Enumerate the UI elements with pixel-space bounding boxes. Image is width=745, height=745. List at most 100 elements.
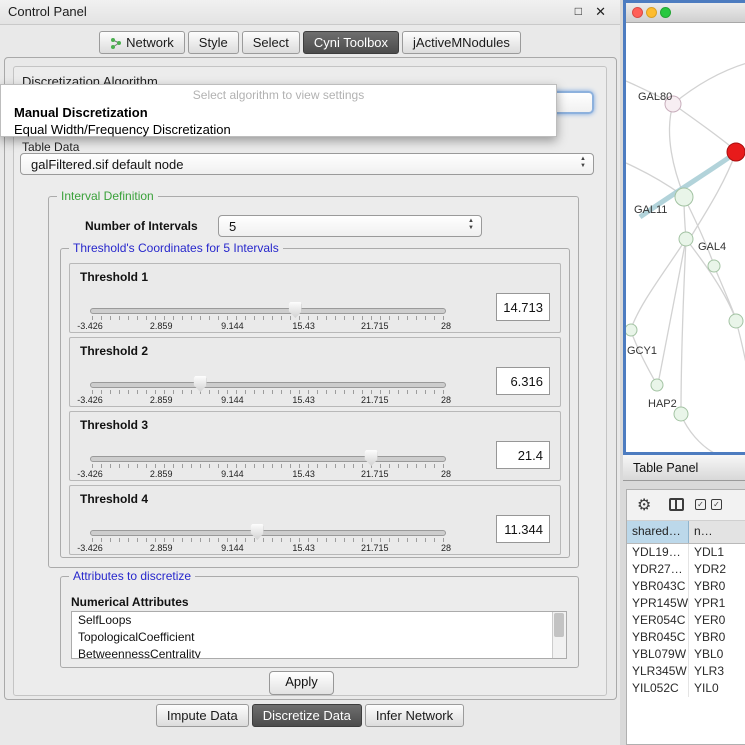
node-gcy1[interactable] <box>626 324 637 336</box>
table-cell[interactable]: YLR345W <box>627 663 689 680</box>
threshold-4-slider[interactable]: -3.426 2.859 9.144 15.43 21.715 28 <box>90 526 446 552</box>
node[interactable] <box>729 314 743 328</box>
float-window-icon[interactable]: □ <box>575 4 582 19</box>
network-canvas[interactable]: GAL80 GAL11 GAL4 GCY1 HAP2 <box>626 23 745 453</box>
table-row[interactable]: YIL052CYIL0 <box>627 680 745 697</box>
node-hap2[interactable] <box>651 379 663 391</box>
table-panel-title: Table Panel <box>633 461 698 475</box>
slider-tick-marks <box>92 464 444 468</box>
close-traffic-light-icon[interactable] <box>632 7 643 18</box>
table-data-combobox[interactable]: galFiltered.sif default node ▲▼ <box>20 153 594 175</box>
table-row[interactable]: YDR27…YDR2 <box>627 561 745 578</box>
columns-icon[interactable] <box>669 498 684 511</box>
checkbox-icon[interactable]: ✓ <box>695 499 706 510</box>
table-cell[interactable]: YIL0 <box>689 680 745 697</box>
node[interactable] <box>708 260 720 272</box>
tab-jactivemnodules[interactable]: jActiveMNodules <box>402 31 521 54</box>
threshold-2-slider[interactable]: -3.426 2.859 9.144 15.43 21.715 28 <box>90 378 446 404</box>
threshold-4-value-input[interactable]: 11.344 <box>496 515 550 543</box>
table-cell[interactable]: YBL079W <box>627 646 689 663</box>
table-cell[interactable]: YDR27… <box>627 561 689 578</box>
dropdown-option-equal-width[interactable]: Equal Width/Frequency Discretization <box>1 121 556 138</box>
node-gal4[interactable] <box>679 232 693 246</box>
attributes-legend: Attributes to discretize <box>69 569 195 583</box>
network-window-titlebar[interactable] <box>626 3 745 23</box>
slider-tick-marks <box>92 316 444 320</box>
checkbox-icon[interactable]: ✓ <box>711 499 722 510</box>
table-cell[interactable]: YER054C <box>627 612 689 629</box>
table-row[interactable]: YLR345WYLR3 <box>627 663 745 680</box>
control-panel-titlebar: Control Panel □ ✕ <box>0 0 620 25</box>
zoom-traffic-light-icon[interactable] <box>660 7 671 18</box>
threshold-1-group: Threshold 1 -3.426 2.859 9.144 15.43 21.… <box>69 263 561 333</box>
tab-impute-data[interactable]: Impute Data <box>156 704 249 727</box>
table-cell[interactable]: YDR2 <box>689 561 745 578</box>
table-row[interactable]: YPR145WYPR1 <box>627 595 745 612</box>
slider-track[interactable] <box>90 530 446 536</box>
minimize-traffic-light-icon[interactable] <box>646 7 657 18</box>
list-item[interactable]: TopologicalCoefficient <box>72 629 566 646</box>
window-title: Control Panel <box>8 4 87 19</box>
tab-network[interactable]: Network <box>99 31 185 54</box>
list-scrollbar[interactable] <box>552 612 566 658</box>
slider-tick-labels: -3.426 2.859 9.144 15.43 21.715 28 <box>90 469 446 479</box>
tick-label: 9.144 <box>221 543 244 553</box>
table-cell[interactable]: YLR3 <box>689 663 745 680</box>
column-header-name[interactable]: n… <box>689 521 745 543</box>
number-of-intervals-spinner[interactable]: 5 ▲▼ <box>218 215 482 237</box>
table-row[interactable]: YDL19…YDL1 <box>627 544 745 561</box>
slider-track[interactable] <box>90 456 446 462</box>
gear-icon[interactable]: ⚙ <box>637 495 651 515</box>
table-cell[interactable]: YBR0 <box>689 629 745 646</box>
table-cell[interactable]: YDL1 <box>689 544 745 561</box>
tab-style[interactable]: Style <box>188 31 239 54</box>
tab-cyni-toolbox[interactable]: Cyni Toolbox <box>303 31 399 54</box>
slider-tick-labels: -3.426 2.859 9.144 15.43 21.715 28 <box>90 395 446 405</box>
threshold-2-value-input[interactable]: 6.316 <box>496 367 550 395</box>
column-header-shared-name[interactable]: shared… <box>627 521 689 543</box>
threshold-1-value-input[interactable]: 14.713 <box>496 293 550 321</box>
table-cell[interactable]: YBR043C <box>627 578 689 595</box>
table-cell[interactable]: YDL19… <box>627 544 689 561</box>
tick-label: -3.426 <box>77 395 103 405</box>
apply-button[interactable]: Apply <box>269 671 334 695</box>
tick-label: 28 <box>441 321 451 331</box>
table-cell[interactable]: YBL0 <box>689 646 745 663</box>
tab-select[interactable]: Select <box>242 31 300 54</box>
network-edges <box>626 63 745 453</box>
table-toolbar: ⚙ ✓ ✓ <box>627 490 745 521</box>
table-row[interactable]: YER054CYER0 <box>627 612 745 629</box>
table-panel-header[interactable]: Table Panel <box>623 455 745 481</box>
table-cell[interactable]: YER0 <box>689 612 745 629</box>
tab-discretize-data[interactable]: Discretize Data <box>252 704 362 727</box>
numerical-attributes-label: Numerical Attributes <box>71 595 189 609</box>
scrollbar-thumb[interactable] <box>554 613 564 637</box>
attributes-listbox[interactable]: SelfLoops TopologicalCoefficient Between… <box>71 611 567 659</box>
table-row[interactable]: YBL079WYBL0 <box>627 646 745 663</box>
close-icon[interactable]: ✕ <box>595 4 606 19</box>
network-view-window[interactable]: GAL80 GAL11 GAL4 GCY1 HAP2 <box>623 0 745 455</box>
tick-label: 9.144 <box>221 469 244 479</box>
table-row[interactable]: YBR043CYBR0 <box>627 578 745 595</box>
node-label-gal4: GAL4 <box>698 241 726 253</box>
table-cell[interactable]: YPR145W <box>627 595 689 612</box>
table-cell[interactable]: YPR1 <box>689 595 745 612</box>
threshold-3-value-input[interactable]: 21.4 <box>496 441 550 469</box>
node-selected-red[interactable] <box>727 143 745 161</box>
list-item[interactable]: BetweennessCentrality <box>72 646 566 659</box>
combobox-arrows-icon: ▲▼ <box>580 156 586 170</box>
table-cell[interactable]: YBR045C <box>627 629 689 646</box>
thresholds-legend: Threshold's Coordinates for 5 Intervals <box>69 241 283 255</box>
list-item[interactable]: SelfLoops <box>72 612 566 629</box>
threshold-1-slider[interactable]: -3.426 2.859 9.144 15.43 21.715 28 <box>90 304 446 330</box>
slider-track[interactable] <box>90 382 446 388</box>
table-cell[interactable]: YBR0 <box>689 578 745 595</box>
threshold-3-slider[interactable]: -3.426 2.859 9.144 15.43 21.715 28 <box>90 452 446 478</box>
node-gal11[interactable] <box>675 188 693 206</box>
table-cell[interactable]: YIL052C <box>627 680 689 697</box>
dropdown-option-manual[interactable]: Manual Discretization <box>1 104 556 121</box>
tab-infer-network[interactable]: Infer Network <box>365 704 464 727</box>
table-row[interactable]: YBR045CYBR0 <box>627 629 745 646</box>
slider-track[interactable] <box>90 308 446 314</box>
node-table: ⚙ ✓ ✓ shared… n… YDL19…YDL1 YDR27…YDR2 Y… <box>626 489 745 745</box>
